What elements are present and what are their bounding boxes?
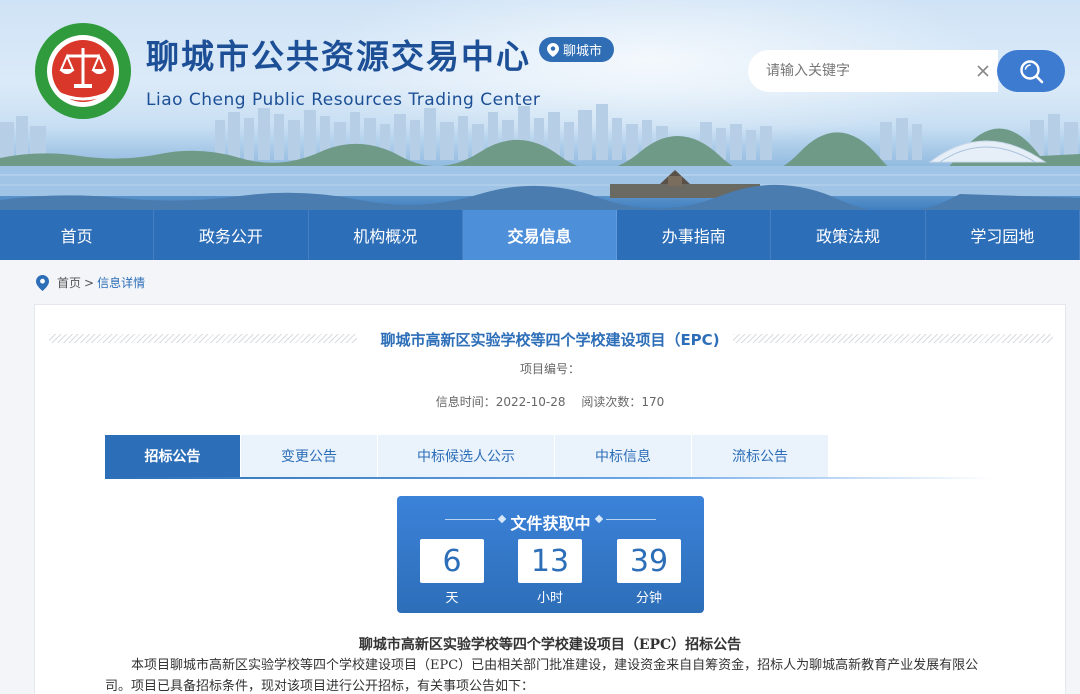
center-logo-icon (35, 23, 131, 119)
read-count: 阅读次数：170 (581, 395, 665, 409)
search-icon (1020, 60, 1044, 84)
countdown-panel: 文件获取中 6 天 13 小时 39 分钟 (397, 496, 704, 613)
countdown-title: 文件获取中 (510, 514, 591, 533)
search-input[interactable] (766, 63, 966, 79)
countdown-minutes: 39 分钟 (617, 539, 681, 606)
tab-award-info[interactable]: 中标信息 (555, 435, 691, 477)
notice-body-paragraph: 本项目聊城市高新区实验学校等四个学校建设项目（EPC）已由相关部门批准建设，建设… (105, 658, 979, 694)
countdown-minutes-value: 39 (617, 539, 681, 583)
site-subtitle: Liao Cheng Public Resources Trading Cent… (146, 90, 541, 110)
tab-underline (105, 477, 993, 479)
nav-item-government-affairs[interactable]: 政务公开 (154, 210, 309, 260)
countdown-hours-label: 小时 (536, 591, 563, 606)
city-badge-label: 聊城市 (563, 44, 603, 59)
countdown-days-value: 6 (420, 539, 484, 583)
nav-item-policies[interactable]: 政策法规 (771, 210, 926, 260)
city-badge[interactable]: 聊城市 (539, 37, 615, 62)
breadcrumb-separator: > (84, 275, 95, 290)
article-title: 聊城市高新区实验学校等四个学校建设项目（EPC) (380, 331, 720, 349)
tab-tender-notice[interactable]: 招标公告 (105, 435, 240, 477)
countdown-hours-value: 13 (518, 539, 582, 583)
nav-item-trading-info[interactable]: 交易信息 (462, 210, 618, 260)
countdown-hours: 13 小时 (518, 539, 582, 606)
breadcrumb: 首页 > 信息详情 (36, 274, 145, 291)
location-pin-icon (36, 274, 49, 291)
site-title: 聊城市公共资源交易中心 (146, 37, 531, 76)
tab-candidate-publicity[interactable]: 中标候选人公示 (378, 435, 554, 477)
article-meta: 信息时间：2022-10-28 阅读次数：170 (35, 393, 1065, 410)
search-button[interactable] (997, 50, 1065, 92)
main-nav: 首页 政务公开 机构概况 交易信息 办事指南 政策法规 学习园地 (0, 210, 1080, 260)
breadcrumb-current: 信息详情 (97, 276, 146, 290)
content-card: 聊城市高新区实验学校等四个学校建设项目（EPC) 项目编号： 信息时间：2022… (34, 304, 1066, 694)
tab-change-notice[interactable]: 变更公告 (241, 435, 377, 477)
notice-body-title: 聊城市高新区实验学校等四个学校建设项目（EPC）招标公告 (358, 637, 742, 653)
city-skyline-image (0, 104, 1080, 210)
countdown-days-label: 天 (445, 591, 459, 606)
countdown-days: 6 天 (420, 539, 484, 606)
location-pin-icon (547, 42, 559, 57)
nav-item-organization[interactable]: 机构概况 (309, 210, 463, 260)
search-box (748, 50, 998, 92)
countdown-deco-line-right (606, 519, 656, 520)
clear-icon[interactable] (974, 62, 992, 80)
notice-tabs: 招标公告 变更公告 中标候选人公示 中标信息 流标公告 (105, 435, 829, 477)
countdown-minutes-label: 分钟 (635, 591, 662, 606)
nav-item-learning[interactable]: 学习园地 (926, 210, 1080, 260)
nav-item-home[interactable]: 首页 (0, 210, 155, 260)
breadcrumb-home-link[interactable]: 首页 (57, 274, 81, 291)
project-number: 项目编号： (519, 362, 580, 376)
nav-item-service-guide[interactable]: 办事指南 (617, 210, 772, 260)
tab-failed-bid-notice[interactable]: 流标公告 (692, 435, 828, 477)
info-time: 信息时间：2022-10-28 (435, 395, 566, 409)
